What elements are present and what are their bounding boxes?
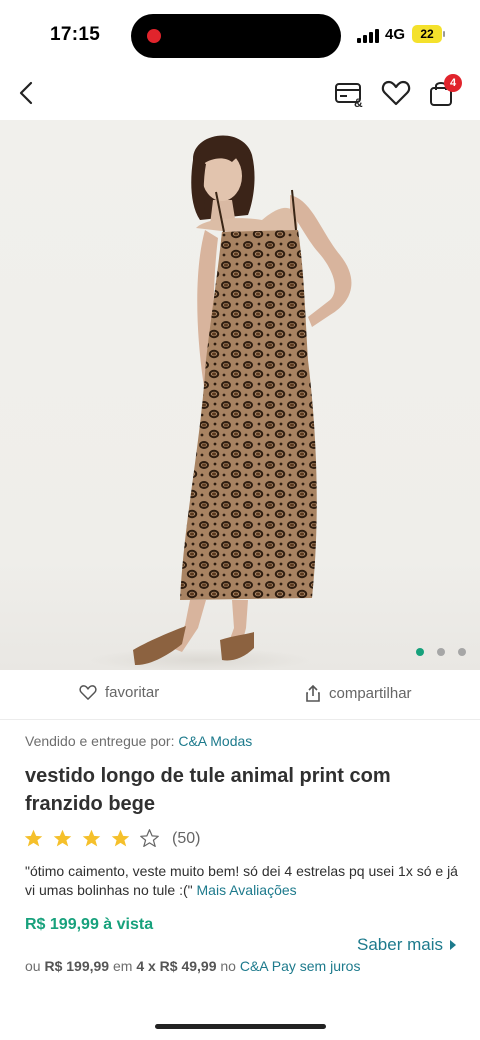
dynamic-island xyxy=(131,14,341,58)
status-bar: 17:15 4G 22 xyxy=(0,0,480,70)
chevron-left-icon[interactable] xyxy=(14,78,42,108)
recording-indicator-icon xyxy=(147,29,161,43)
review-snippet: "ótimo caimento, veste muito bem! só dei… xyxy=(25,862,460,900)
card-payment-icon[interactable]: & xyxy=(334,79,366,109)
rating[interactable]: (50) xyxy=(23,828,200,849)
caret-right-icon xyxy=(449,940,456,950)
action-row: favoritar compartilhar xyxy=(0,670,480,720)
star-filled-icon xyxy=(82,829,101,847)
pager-dot[interactable] xyxy=(458,648,466,656)
inst-no: no xyxy=(220,958,236,974)
cea-pay-link[interactable]: C&A Pay sem juros xyxy=(240,958,361,974)
signal-icon xyxy=(357,29,381,43)
model-photo xyxy=(90,135,352,670)
inst-ou: ou xyxy=(25,958,41,974)
star-filled-icon xyxy=(53,829,72,847)
saber-mais-link[interactable]: Saber mais xyxy=(357,935,457,955)
product-image[interactable] xyxy=(0,120,480,670)
cart-count-badge: 4 xyxy=(444,74,462,92)
saber-mais-label: Saber mais xyxy=(357,935,443,954)
svg-text:&: & xyxy=(354,96,363,109)
pager-dot[interactable] xyxy=(416,648,424,656)
pager-dot[interactable] xyxy=(437,648,445,656)
heart-icon[interactable] xyxy=(381,79,411,107)
battery-tip xyxy=(443,31,445,37)
star-filled-icon xyxy=(24,829,43,847)
inst-em: em xyxy=(112,958,133,974)
more-reviews-link[interactable]: Mais Avaliações xyxy=(197,882,297,898)
favorite-button[interactable]: favoritar xyxy=(79,684,159,701)
status-time: 17:15 xyxy=(50,24,101,45)
battery-icon: 22 xyxy=(412,25,442,43)
nav-bar: & 4 xyxy=(0,70,480,120)
installments-info: ou R$ 199,99 em 4 x R$ 49,99 no C&A Pay … xyxy=(25,958,360,974)
network-type: 4G xyxy=(385,26,406,43)
home-indicator[interactable] xyxy=(155,1024,326,1029)
star-empty-icon xyxy=(140,829,159,847)
share-label: compartilhar xyxy=(329,684,412,702)
share-icon xyxy=(306,684,320,702)
inst-parcelas: 4 x R$ 49,99 xyxy=(136,958,217,974)
seller-prefix: Vendido e entregue por: xyxy=(25,733,175,749)
share-button[interactable]: compartilhar xyxy=(305,684,412,702)
cash-price: R$ 199,99 à vista xyxy=(25,916,154,933)
inst-total: R$ 199,99 xyxy=(44,958,110,974)
seller-info: Vendido e entregue por: C&A Modas xyxy=(25,733,252,749)
heart-plus-icon xyxy=(79,685,97,700)
favorite-label: favoritar xyxy=(105,684,160,701)
seller-link[interactable]: C&A Modas xyxy=(178,733,252,749)
product-title: vestido longo de tule animal print com f… xyxy=(25,765,391,815)
star-filled-icon xyxy=(111,829,130,847)
rating-count: (50) xyxy=(172,829,201,847)
